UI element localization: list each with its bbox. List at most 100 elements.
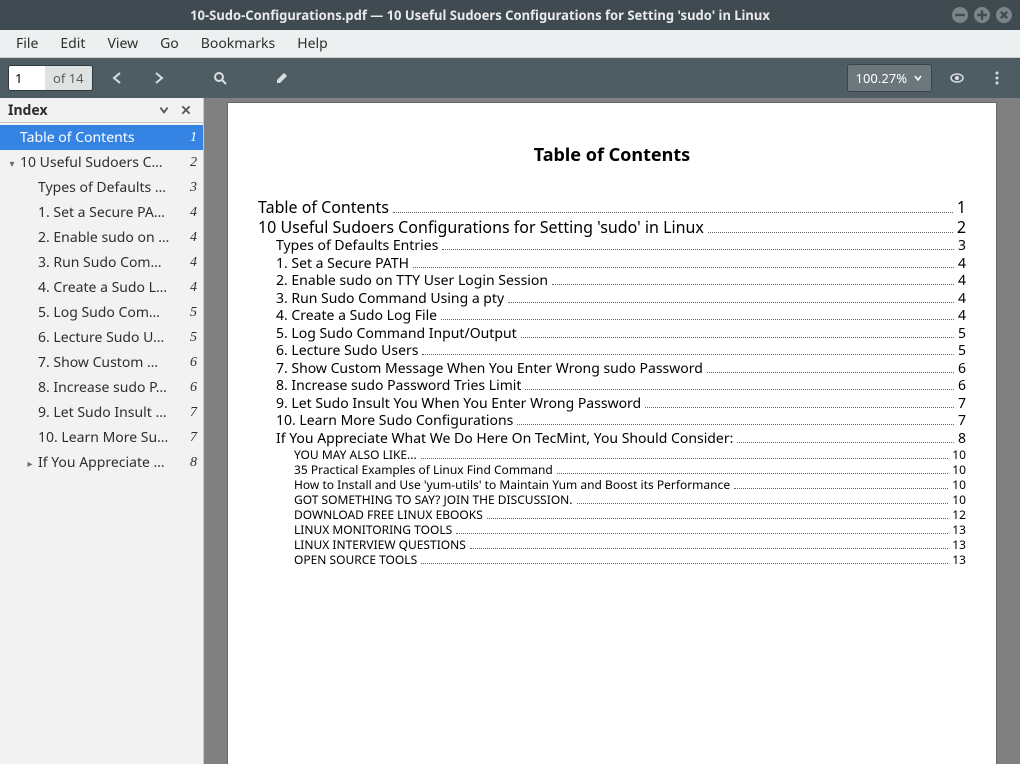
prev-page-button[interactable] [103, 63, 133, 93]
tool-bar: of 14 100.27% [0, 58, 1020, 98]
toc-text: 7. Show Custom Message When You Enter Wr… [276, 360, 703, 378]
outline-item[interactable]: 7. Show Custom …6 [0, 350, 203, 375]
toc-text: OPEN SOURCE TOOLS [294, 552, 417, 567]
search-button[interactable] [205, 63, 235, 93]
toc-page: 7 [958, 412, 966, 430]
next-page-button[interactable] [143, 63, 173, 93]
toc-line[interactable]: 35 Practical Examples of Linux Find Comm… [258, 462, 966, 477]
toc-text: DOWNLOAD FREE LINUX EBOOKS [294, 507, 483, 522]
outline-item[interactable]: 4. Create a Sudo L…4 [0, 275, 203, 300]
toc-leader [517, 424, 954, 425]
toc-heading: Table of Contents [258, 143, 966, 167]
outline-page: 1 [177, 130, 197, 146]
sidebar-dropdown[interactable] [155, 101, 173, 119]
outline-label: 7. Show Custom … [38, 353, 177, 372]
view-mode-button[interactable] [942, 63, 972, 93]
toc-line[interactable]: OPEN SOURCE TOOLS 13 [258, 552, 966, 567]
outline-tree[interactable]: Table of Contents1▾10 Useful Sudoers C…2… [0, 123, 203, 764]
outline-item[interactable]: 3. Run Sudo Com…4 [0, 250, 203, 275]
outline-label: 10 Useful Sudoers C… [20, 153, 177, 172]
page-view[interactable]: Table of Contents Table of Contents 110 U… [204, 98, 1020, 764]
toc-leader [707, 372, 954, 373]
outline-label: 5. Log Sudo Com… [38, 303, 177, 322]
toc-line[interactable]: 1. Set a Secure PATH4 [258, 255, 966, 273]
menu-go[interactable]: Go [150, 30, 189, 57]
outline-item[interactable]: 2. Enable sudo on …4 [0, 225, 203, 250]
toc-text: If You Appreciate What We Do Here On Tec… [276, 430, 733, 448]
outline-item[interactable]: 5. Log Sudo Com…5 [0, 300, 203, 325]
toc-line[interactable]: Table of Contents 1 [258, 197, 966, 217]
main: Index Table of Contents1▾10 Useful Sudoe… [0, 98, 1020, 764]
menu-view[interactable]: View [97, 30, 148, 57]
toc-line[interactable]: Types of Defaults Entries3 [258, 237, 966, 255]
toc-line[interactable]: 9. Let Sudo Insult You When You Enter Wr… [258, 395, 966, 413]
toc-page: 6 [958, 377, 966, 395]
menu-button[interactable] [982, 63, 1012, 93]
maximize-button[interactable] [974, 7, 990, 23]
minimize-button[interactable] [952, 7, 968, 23]
outline-item[interactable]: 8. Increase sudo P…6 [0, 375, 203, 400]
outline-label: 4. Create a Sudo L… [38, 278, 177, 297]
outline-label: 1. Set a Secure PA… [38, 203, 177, 222]
toc-line[interactable]: How to Install and Use 'yum-utils' to Ma… [258, 477, 966, 492]
toc-line[interactable]: LINUX MONITORING TOOLS13 [258, 522, 966, 537]
toc-line[interactable]: 8. Increase sudo Password Tries Limit6 [258, 377, 966, 395]
toc-line[interactable]: 6. Lecture Sudo Users5 [258, 342, 966, 360]
toc-line[interactable]: DOWNLOAD FREE LINUX EBOOKS12 [258, 507, 966, 522]
zoom-control[interactable]: 100.27% [847, 64, 932, 92]
outline-label: Types of Defaults … [38, 178, 177, 197]
menu-edit[interactable]: Edit [50, 30, 95, 57]
toc-line[interactable]: YOU MAY ALSO LIKE... 10 [258, 447, 966, 462]
toc-text: 9. Let Sudo Insult You When You Enter Wr… [276, 395, 641, 413]
toc-line[interactable]: 5. Log Sudo Command Input/Output5 [258, 325, 966, 343]
outline-page: 6 [177, 355, 197, 371]
toc-line[interactable]: LINUX INTERVIEW QUESTIONS13 [258, 537, 966, 552]
sidebar-close[interactable] [177, 101, 195, 119]
expander-icon[interactable]: ▾ [4, 156, 20, 170]
toc-page: 4 [958, 255, 966, 273]
toc-text: LINUX INTERVIEW QUESTIONS [294, 537, 466, 552]
window-title: 10-Sudo-Configurations.pdf — 10 Useful S… [8, 6, 952, 24]
outline-item[interactable]: Types of Defaults …3 [0, 175, 203, 200]
outline-item[interactable]: Table of Contents1 [0, 125, 203, 150]
outline-item[interactable]: 10. Learn More Su…7 [0, 425, 203, 450]
menu-help[interactable]: Help [287, 30, 338, 57]
page-input[interactable] [9, 66, 45, 90]
toc-text: LINUX MONITORING TOOLS [294, 522, 452, 537]
outline-item[interactable]: ▾10 Useful Sudoers C…2 [0, 150, 203, 175]
toc-text: Types of Defaults Entries [276, 237, 438, 255]
outline-page: 4 [177, 230, 197, 246]
annotate-button[interactable] [267, 63, 297, 93]
toc-text: Table of Contents [258, 197, 389, 217]
outline-item[interactable]: 9. Let Sudo Insult …7 [0, 400, 203, 425]
expander-icon[interactable]: ▸ [22, 456, 38, 470]
outline-label: 3. Run Sudo Com… [38, 253, 177, 272]
toc-line[interactable]: 2. Enable sudo on TTY User Login Session… [258, 272, 966, 290]
toc-text: 6. Lecture Sudo Users [276, 342, 418, 360]
toc-page: 10 [952, 447, 966, 462]
menu-file[interactable]: File [6, 30, 48, 57]
chevron-down-icon [913, 69, 923, 87]
toc-leader [737, 442, 954, 443]
outline-item[interactable]: 1. Set a Secure PA…4 [0, 200, 203, 225]
toc-page: 1 [957, 197, 966, 217]
toc-text: YOU MAY ALSO LIKE... [294, 447, 417, 462]
menu-bookmarks[interactable]: Bookmarks [191, 30, 285, 57]
toc-leader [508, 302, 954, 303]
outline-item[interactable]: ▸If You Appreciate …8 [0, 450, 203, 475]
toc-line[interactable]: 4. Create a Sudo Log File4 [258, 307, 966, 325]
toc-line[interactable]: 3. Run Sudo Command Using a pty4 [258, 290, 966, 308]
outline-page: 8 [177, 455, 197, 471]
toc-line[interactable]: If You Appreciate What We Do Here On Tec… [258, 430, 966, 448]
close-button[interactable] [996, 7, 1012, 23]
toc-leader [421, 458, 949, 459]
toc-line[interactable]: 10 Useful Sudoers Configurations for Set… [258, 217, 966, 237]
outline-item[interactable]: 6. Lecture Sudo U…5 [0, 325, 203, 350]
toc-leader [734, 488, 948, 489]
toc-line[interactable]: GOT SOMETHING TO SAY? JOIN THE DISCUSSIO… [258, 492, 966, 507]
toc-line[interactable]: 7. Show Custom Message When You Enter Wr… [258, 360, 966, 378]
toc-leader [645, 407, 954, 408]
toc-page: 13 [952, 552, 966, 567]
toc-leader [422, 354, 954, 355]
toc-line[interactable]: 10. Learn More Sudo Configurations7 [258, 412, 966, 430]
